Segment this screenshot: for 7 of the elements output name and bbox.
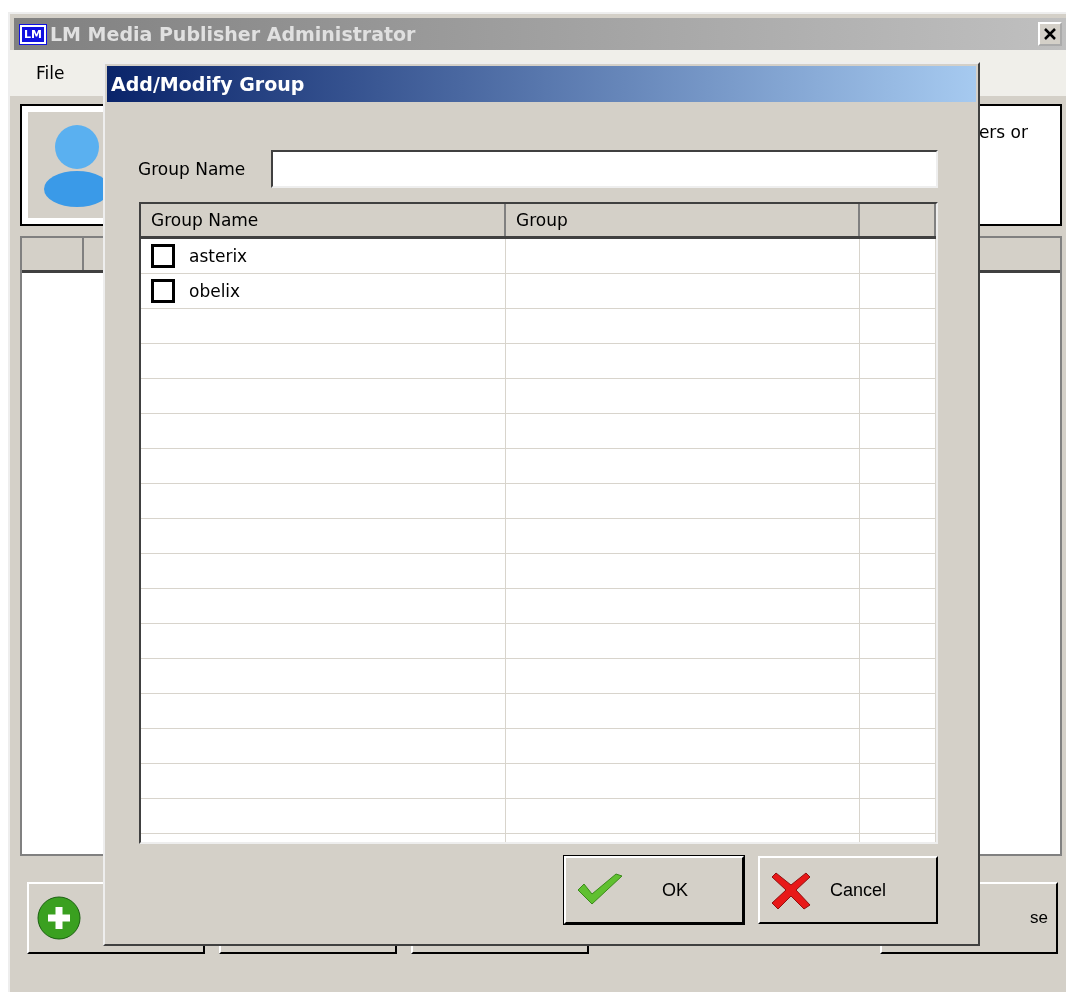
field-label: Group Name (138, 159, 246, 179)
app-logo: LM (20, 24, 46, 44)
group-name-cell: obelix (189, 281, 241, 301)
group-name-cell: asterix (189, 246, 248, 266)
info-text: ers or (978, 122, 1028, 144)
dialog-title: Add/Modify Group (107, 66, 976, 102)
window-title: LM Media Publisher Administrator (49, 23, 417, 45)
